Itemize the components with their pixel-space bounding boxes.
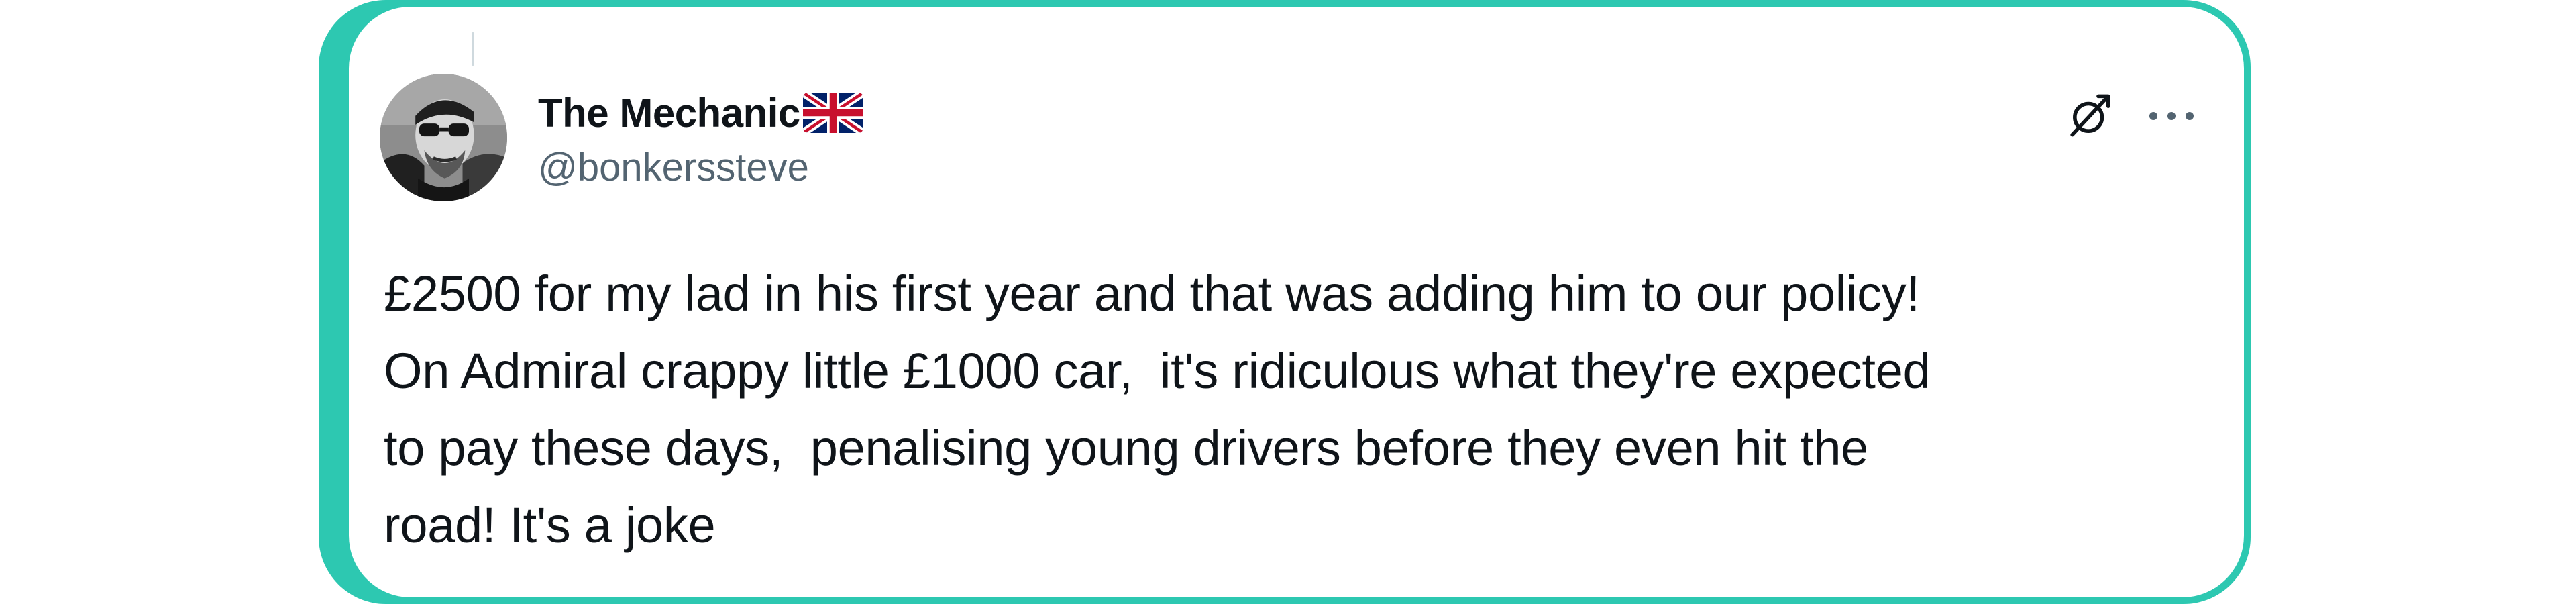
tweet-text-line: road! It's a joke	[384, 497, 716, 553]
grok-icon	[2070, 94, 2110, 137]
display-name[interactable]: The Mechanic	[538, 90, 800, 136]
tweet-card[interactable]: The Mechanic @bonkerssteve £2500 for my …	[349, 7, 2244, 597]
tweet-text: £2500 for my lad in his first year and t…	[384, 255, 2235, 564]
tweet-card-frame: The Mechanic @bonkerssteve £2500 for my …	[319, 0, 2251, 604]
tweet-text-line: £2500 for my lad in his first year and t…	[384, 266, 1920, 321]
thread-line	[472, 32, 474, 66]
author-name-row[interactable]: The Mechanic	[538, 86, 863, 140]
author-handle[interactable]: @bonkerssteve	[538, 145, 809, 190]
tweet-text-line: to pay these days, penalising young driv…	[384, 420, 1869, 476]
avatar[interactable]	[380, 74, 507, 201]
more-dots-icon	[2149, 112, 2194, 120]
tweet-text-line: On Admiral crappy little £1000 car, it's…	[384, 343, 1931, 399]
more-options-button[interactable]	[2141, 86, 2202, 146]
grok-button[interactable]	[2059, 86, 2120, 146]
avatar-icon	[380, 74, 507, 201]
uk-flag-icon	[802, 92, 863, 134]
